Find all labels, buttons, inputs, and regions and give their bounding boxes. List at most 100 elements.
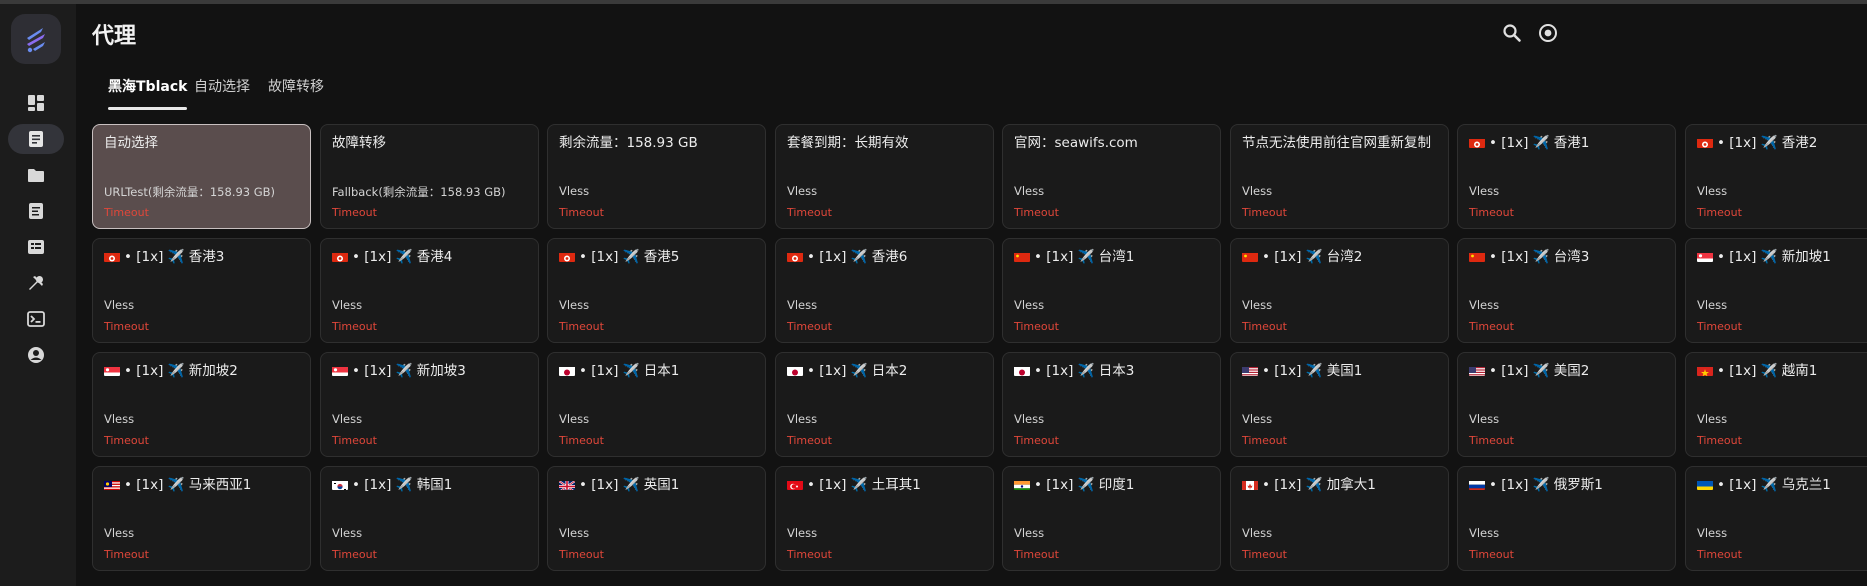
sidebar-item-tools[interactable] [8,268,64,298]
proxy-card[interactable]: • [1x] ✈️ 日本1 Vless Timeout [547,352,766,457]
proxy-card[interactable]: • [1x] ✈️ 俄罗斯1 Vless Timeout [1457,466,1676,571]
proxy-card[interactable]: • [1x] ✈️ 新加坡1 Vless Timeout [1685,238,1867,343]
proxy-name-text: • [1x] ✈️ 新加坡2 [124,363,238,379]
proxy-delay[interactable]: Timeout [104,548,149,561]
proxy-name: • [1x] ✈️ 日本3 [1014,362,1212,381]
proxy-name-text: 套餐到期：长期有效 [787,135,909,151]
locate-button[interactable] [1534,19,1562,47]
flag-vn-icon [1697,365,1713,376]
proxy-card[interactable]: • [1x] ✈️ 新加坡3 Vless Timeout [320,352,539,457]
proxy-card[interactable]: • [1x] ✈️ 乌克兰1 Vless Timeout [1685,466,1867,571]
sidebar-item-profile[interactable] [8,340,64,370]
proxy-name: • [1x] ✈️ 日本1 [559,362,757,381]
proxy-card[interactable]: • [1x] ✈️ 台湾1 Vless Timeout [1002,238,1221,343]
proxy-delay[interactable]: Timeout [787,206,832,219]
proxy-delay[interactable]: Timeout [1469,548,1514,561]
proxy-card[interactable]: • [1x] ✈️ 马来西亚1 Vless Timeout [92,466,311,571]
proxy-card[interactable]: • [1x] ✈️ 香港3 Vless Timeout [92,238,311,343]
proxy-card[interactable]: 自动选择 URLTest(剩余流量：158.93 GB) Timeout [92,124,311,229]
proxy-delay[interactable]: Timeout [1014,434,1059,447]
proxy-card[interactable]: • [1x] ✈️ 日本3 Vless Timeout [1002,352,1221,457]
proxy-type: Vless [1242,184,1273,198]
proxy-delay[interactable]: Timeout [559,206,604,219]
proxy-card[interactable]: • [1x] ✈️ 香港2 Vless Timeout [1685,124,1867,229]
proxy-card[interactable]: • [1x] ✈️ 加拿大1 Vless Timeout [1230,466,1449,571]
proxy-delay[interactable]: Timeout [1242,206,1287,219]
proxy-card[interactable]: 剩余流量：158.93 GB Vless Timeout [547,124,766,229]
proxy-card[interactable]: • [1x] ✈️ 香港4 Vless Timeout [320,238,539,343]
sidebar-item-folder[interactable] [8,160,64,190]
proxy-type: Vless [1242,298,1273,312]
proxy-card[interactable]: • [1x] ✈️ 韩国1 Vless Timeout [320,466,539,571]
proxy-delay[interactable]: Timeout [104,434,149,447]
flag-gb-icon [559,479,575,490]
proxy-card[interactable]: • [1x] ✈️ 印度1 Vless Timeout [1002,466,1221,571]
proxy-delay[interactable]: Timeout [1469,434,1514,447]
proxy-delay[interactable]: Timeout [1014,206,1059,219]
proxy-card[interactable]: • [1x] ✈️ 新加坡2 Vless Timeout [92,352,311,457]
proxy-delay[interactable]: Timeout [559,434,604,447]
proxy-delay[interactable]: Timeout [787,434,832,447]
proxy-card[interactable]: • [1x] ✈️ 美国1 Vless Timeout [1230,352,1449,457]
sidebar [0,4,76,586]
proxy-card[interactable]: 套餐到期：长期有效 Vless Timeout [775,124,994,229]
dashboard-icon [28,95,44,111]
page-title: 代理 [92,24,137,49]
proxy-delay[interactable]: Timeout [787,320,832,333]
proxy-delay[interactable]: Timeout [1242,434,1287,447]
sidebar-item-logs[interactable] [8,304,64,334]
proxy-name: • [1x] ✈️ 加拿大1 [1242,476,1440,495]
proxy-type: Vless [332,412,363,426]
flag-kr-icon [332,479,348,490]
proxy-card[interactable]: 故障转移 Fallback(剩余流量：158.93 GB) Timeout [320,124,539,229]
proxy-delay[interactable]: Timeout [559,548,604,561]
proxy-delay[interactable]: Timeout [332,320,377,333]
proxy-card[interactable]: 节点无法使用前往官网重新复制 Vless Timeout [1230,124,1449,229]
sidebar-item-rules[interactable] [8,196,64,226]
proxy-delay[interactable]: Timeout [332,206,377,219]
proxy-delay[interactable]: Timeout [1697,548,1742,561]
sidebar-item-connections[interactable] [8,232,64,262]
proxy-delay[interactable]: Timeout [1469,320,1514,333]
proxy-delay[interactable]: Timeout [1014,548,1059,561]
proxy-name: • [1x] ✈️ 台湾2 [1242,248,1440,267]
search-button[interactable] [1498,19,1526,47]
proxy-delay[interactable]: Timeout [104,320,149,333]
proxy-name-text: • [1x] ✈️ 台湾3 [1489,249,1590,265]
proxy-name-text: • [1x] ✈️ 加拿大1 [1262,477,1376,493]
proxy-name: • [1x] ✈️ 香港1 [1469,134,1667,153]
proxy-card[interactable]: • [1x] ✈️ 台湾3 Vless Timeout [1457,238,1676,343]
flag-sg-icon [104,365,120,376]
proxy-delay[interactable]: Timeout [104,206,149,219]
proxy-delay[interactable]: Timeout [1697,320,1742,333]
proxy-card[interactable]: • [1x] ✈️ 香港6 Vless Timeout [775,238,994,343]
proxy-delay[interactable]: Timeout [332,548,377,561]
proxy-card[interactable]: • [1x] ✈️ 台湾2 Vless Timeout [1230,238,1449,343]
sidebar-item-proxies[interactable] [8,124,64,154]
proxy-type: Vless [787,298,818,312]
proxy-delay[interactable]: Timeout [1697,434,1742,447]
proxy-name: • [1x] ✈️ 越南1 [1697,362,1867,381]
proxy-delay[interactable]: Timeout [1469,206,1514,219]
proxy-card[interactable]: • [1x] ✈️ 香港1 Vless Timeout [1457,124,1676,229]
tab-2[interactable]: 故障转移 [252,70,340,110]
proxy-delay[interactable]: Timeout [787,548,832,561]
app-logo[interactable] [11,14,61,64]
flag-cn-icon [1242,251,1258,262]
proxy-delay[interactable]: Timeout [1242,548,1287,561]
sidebar-item-dashboard[interactable] [8,88,64,118]
proxy-card[interactable]: • [1x] ✈️ 香港5 Vless Timeout [547,238,766,343]
proxy-delay[interactable]: Timeout [1014,320,1059,333]
proxy-card[interactable]: • [1x] ✈️ 美国2 Vless Timeout [1457,352,1676,457]
proxy-card[interactable]: 官网：seawifs.com Vless Timeout [1002,124,1221,229]
proxy-delay[interactable]: Timeout [1242,320,1287,333]
proxy-card[interactable]: • [1x] ✈️ 土耳其1 Vless Timeout [775,466,994,571]
proxy-name: • [1x] ✈️ 乌克兰1 [1697,476,1867,495]
proxy-delay[interactable]: Timeout [1697,206,1742,219]
proxy-card[interactable]: • [1x] ✈️ 英国1 Vless Timeout [547,466,766,571]
proxy-delay[interactable]: Timeout [559,320,604,333]
proxy-delay[interactable]: Timeout [332,434,377,447]
proxy-card[interactable]: • [1x] ✈️ 越南1 Vless Timeout [1685,352,1867,457]
main-content: 代理 黑海Tblack 自动选择 故障转移 自动选择 URLTest(剩余流量：158… [76,4,1867,586]
proxy-card[interactable]: • [1x] ✈️ 日本2 Vless Timeout [775,352,994,457]
